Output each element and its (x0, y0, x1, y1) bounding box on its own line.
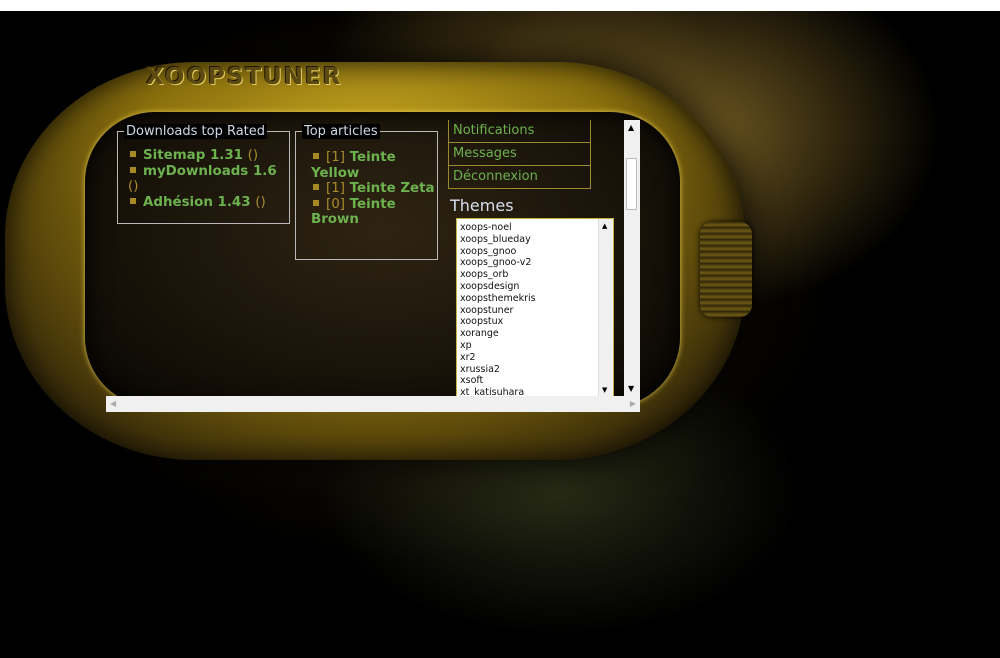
list-item[interactable]: Adhésion 1.43 () (128, 195, 286, 211)
download-link[interactable]: Adhésion 1.43 (143, 195, 251, 210)
scroll-left-icon[interactable]: ◀ (110, 399, 116, 408)
bullet-icon (130, 151, 136, 157)
theme-option[interactable]: xoopsdesign (460, 281, 598, 293)
site-logo[interactable]: XOOPSTUNER (146, 64, 342, 90)
bullet-icon (130, 197, 136, 204)
theme-option[interactable]: xoops_gnoo (460, 246, 598, 258)
theme-option[interactable]: xsoft (460, 375, 598, 387)
browser-top-strip (0, 0, 1000, 11)
downloads-block: Downloads top Rated Sitemap 1.31 () myDo… (117, 124, 290, 224)
list-item[interactable]: [1] Teinte Yellow (311, 150, 436, 181)
theme-option[interactable]: xoopstux (460, 316, 598, 328)
theme-option[interactable]: xoops_orb (460, 269, 598, 281)
article-count: [1] (326, 150, 345, 165)
theme-option[interactable]: xoopsthemekris (460, 293, 598, 305)
theme-option[interactable]: xoopstuner (460, 305, 598, 317)
device-knob (700, 222, 752, 317)
theme-option[interactable]: xorange (460, 328, 598, 340)
vertical-scrollbar[interactable]: ▲ ▼ (624, 120, 640, 396)
menu-item-notifications[interactable]: Notifications (448, 120, 591, 143)
scroll-up-icon[interactable]: ▲ (628, 123, 634, 132)
menu-item-messages[interactable]: Messages (448, 143, 591, 166)
rating-paren: () (128, 179, 139, 194)
bullet-icon (313, 153, 319, 159)
theme-option[interactable]: xp (460, 340, 598, 352)
theme-option[interactable]: xoops_gnoo-v2 (460, 257, 598, 269)
user-menu: Notifications Messages Déconnexion (448, 120, 591, 189)
articles-block-title: Top articles (302, 124, 380, 139)
scroll-down-icon[interactable]: ▼ (628, 384, 634, 393)
horizontal-scrollbar[interactable]: ◀ ▶ (106, 396, 640, 412)
article-link[interactable]: Teinte Yellow (311, 150, 396, 181)
list-item[interactable]: [0] Teinte Brown (311, 197, 436, 228)
theme-list-scrollbar[interactable]: ▲ ▼ (598, 219, 613, 396)
theme-option[interactable]: xr2 (460, 352, 598, 364)
article-count: [0] (326, 196, 345, 212)
download-link[interactable]: Sitemap 1.31 (143, 148, 243, 163)
bullet-icon (313, 199, 319, 206)
scroll-up-icon[interactable]: ▲ (602, 222, 607, 230)
article-link[interactable]: Teinte Brown (311, 197, 396, 228)
theme-option[interactable]: xrussia2 (460, 364, 598, 376)
list-item[interactable]: myDownloads 1.6 () (128, 164, 286, 195)
scroll-right-icon[interactable]: ▶ (630, 399, 636, 408)
downloads-block-title: Downloads top Rated (124, 124, 268, 139)
articles-block: Top articles [1] Teinte Yellow [1] Teint… (295, 124, 438, 260)
download-link[interactable]: myDownloads 1.6 (143, 164, 277, 179)
article-count: [1] (326, 181, 345, 196)
theme-select-list[interactable]: xoops-noel xoops_blueday xoops_gnoo xoops_g… (456, 218, 614, 396)
article-link[interactable]: Teinte Zeta (350, 181, 435, 196)
scroll-thumb[interactable] (626, 158, 637, 210)
scroll-down-icon[interactable]: ▼ (602, 386, 607, 394)
articles-list: [1] Teinte Yellow [1] Teinte Zeta [0] Te… (311, 150, 436, 228)
bullet-icon (313, 184, 319, 190)
theme-list: xoops-noel xoops_blueday xoops_gnoo xoops_g… (460, 222, 598, 396)
list-item[interactable]: [1] Teinte Zeta (311, 181, 436, 197)
theme-option[interactable]: xt_katisuhara (460, 387, 598, 396)
menu-item-logout[interactable]: Déconnexion (448, 166, 591, 189)
rating-paren: () (255, 194, 266, 210)
rating-paren: () (247, 148, 259, 163)
themes-title: Themes (450, 196, 514, 215)
bullet-icon (130, 166, 136, 173)
theme-option[interactable]: xoops-noel (460, 222, 598, 234)
theme-option[interactable]: xoops_blueday (460, 234, 598, 246)
list-item[interactable]: Sitemap 1.31 () (128, 148, 286, 164)
content-area: Downloads top Rated Sitemap 1.31 () myDo… (106, 120, 624, 396)
downloads-list: Sitemap 1.31 () myDownloads 1.6 () Adhés… (128, 148, 286, 210)
